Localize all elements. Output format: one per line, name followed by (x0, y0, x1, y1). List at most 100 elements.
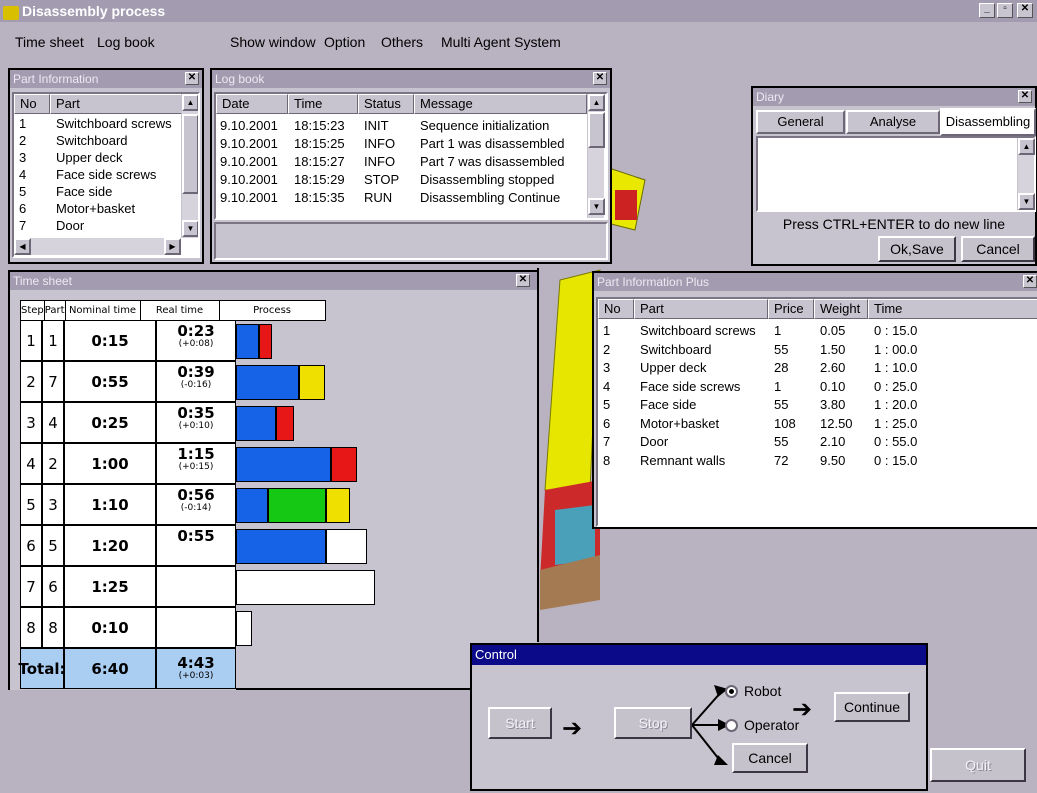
part-time: 1 : 00.0 (874, 341, 918, 357)
ok-save-button[interactable]: Ok,Save (878, 236, 956, 262)
scroll-down-icon[interactable]: ▼ (1018, 193, 1035, 210)
robot-radio[interactable]: Robot (725, 683, 781, 699)
col-header-real-time: Real time (139, 300, 220, 321)
close-icon[interactable]: ✕ (1017, 3, 1033, 18)
robot-app-icon (3, 5, 19, 20)
nominal-time-cell: 1:00 (64, 443, 156, 484)
scroll-left-icon[interactable]: ◀ (14, 238, 31, 255)
part-weight: 1.50 (820, 341, 846, 357)
nominal-time-cell: 1:20 (64, 525, 156, 566)
real-time-diff: (+0:15) (178, 462, 214, 472)
scroll-up-icon[interactable]: ▲ (588, 94, 605, 111)
close-icon[interactable]: ✕ (1018, 90, 1032, 103)
part-info-titlebar: Part Information ✕ (10, 70, 202, 88)
part-name: Face side (56, 184, 113, 199)
part-weight: 9.50 (820, 452, 846, 468)
scroll-right-icon[interactable]: ▶ (164, 238, 181, 255)
diary-textarea[interactable]: ▲ ▼ (756, 136, 1036, 212)
part-price: 72 (774, 452, 789, 468)
process-bar-segment (236, 324, 259, 359)
stop-button[interactable]: Stop (614, 707, 692, 739)
col-header-no[interactable]: No (14, 94, 50, 114)
col-header-status[interactable]: Status (358, 94, 414, 114)
part-time: 0 : 15.0 (874, 323, 918, 338)
log-time: 18:15:23 (294, 118, 345, 133)
part-name: Upper deck (640, 360, 707, 375)
start-button[interactable]: Start (488, 707, 552, 739)
col-header-price[interactable]: Price (768, 299, 814, 319)
scroll-up-icon[interactable]: ▲ (182, 94, 198, 111)
real-time-cell (156, 566, 236, 607)
cancel-button[interactable]: Cancel (961, 236, 1035, 262)
col-header-weight[interactable]: Weight (814, 299, 868, 319)
vertical-scrollbar[interactable]: ▲ ▼ (1017, 138, 1035, 210)
part-name: Face side screws (56, 167, 157, 182)
minimize-icon[interactable]: _ (979, 3, 995, 18)
part-weight: 0.05 (820, 323, 846, 338)
scroll-thumb[interactable] (588, 112, 605, 148)
log-book-titlebar: Log book ✕ (212, 70, 610, 88)
log-time: 18:15:29 (294, 172, 345, 187)
part-weight: 3.80 (820, 397, 846, 412)
nominal-time-cell: 1:10 (64, 484, 156, 525)
real-time-diff: (+0:10) (178, 421, 214, 431)
arrow-right-icon: ➔ (792, 696, 813, 723)
control-title: Control (475, 647, 517, 662)
part-no: 5 (603, 397, 611, 412)
close-icon[interactable]: ✕ (1023, 275, 1037, 288)
part-time: 1 : 10.0 (874, 360, 918, 375)
close-icon[interactable]: ✕ (593, 72, 607, 85)
part-time: 0 : 55.0 (874, 434, 918, 449)
part-weight: 0.10 (820, 378, 846, 394)
operator-radio[interactable]: Operator (725, 717, 799, 733)
col-header-no[interactable]: No (598, 299, 634, 319)
col-header-time[interactable]: Time (868, 299, 1037, 319)
menu-show-window[interactable]: Show window (230, 34, 316, 50)
time-sheet-table: Step Part Nominal time Real time Process (20, 300, 326, 321)
close-icon[interactable]: ✕ (516, 274, 530, 287)
radio-selected-icon[interactable] (725, 684, 738, 698)
real-time-value: 1:15 (177, 445, 215, 463)
col-header-process: Process (218, 300, 326, 321)
radio-unselected-icon[interactable] (725, 718, 738, 732)
scroll-down-icon[interactable]: ▼ (182, 220, 198, 237)
menu-log-book[interactable]: Log book (97, 34, 155, 50)
maximize-icon[interactable]: ▫ (997, 3, 1013, 18)
col-header-part[interactable]: Part (50, 94, 182, 114)
process-bar-segment (236, 447, 331, 482)
col-header-part[interactable]: Part (634, 299, 768, 319)
col-header-date[interactable]: Date (216, 94, 288, 114)
part-price: 55 (774, 434, 789, 449)
scroll-thumb[interactable] (182, 114, 198, 194)
scroll-down-icon[interactable]: ▼ (588, 198, 605, 215)
tab-disassembling[interactable]: Disassembling (940, 108, 1036, 136)
scroll-up-icon[interactable]: ▲ (1018, 138, 1035, 155)
col-header-message[interactable]: Message (414, 94, 587, 114)
part-name: Remnant walls (640, 452, 726, 468)
continue-button[interactable]: Continue (834, 692, 910, 722)
menu-others[interactable]: Others (381, 34, 423, 50)
menu-multi-agent-system[interactable]: Multi Agent System (441, 34, 561, 50)
col-header-time[interactable]: Time (288, 94, 358, 114)
tab-general[interactable]: General (756, 110, 845, 134)
horizontal-scrollbar[interactable]: ◀ ▶ (14, 238, 181, 255)
part-name: Motor+basket (56, 201, 136, 216)
log-entry-field[interactable] (214, 222, 608, 260)
step-cell: 4 (20, 443, 42, 484)
part-info-title: Part Information (13, 72, 99, 86)
real-time-diff: (-0:16) (180, 380, 212, 390)
tab-analyse[interactable]: Analyse (846, 110, 940, 134)
cancel-button[interactable]: Cancel (732, 743, 808, 773)
log-message: Part 1 was disassembled (420, 136, 565, 151)
close-icon[interactable]: ✕ (185, 72, 199, 85)
log-status: STOP (364, 172, 400, 187)
step-cell: 7 (20, 566, 42, 607)
log-date: 9.10.2001 (220, 154, 278, 169)
menu-time-sheet[interactable]: Time sheet (15, 34, 84, 50)
log-book-list: Date Time Status Message 9.10.2001 18:15:… (214, 92, 608, 220)
quit-button[interactable]: Quit (930, 748, 1026, 782)
vertical-scrollbar[interactable]: ▲ ▼ (181, 94, 198, 238)
real-time-value: 0:39 (177, 363, 215, 381)
vertical-scrollbar[interactable]: ▲ ▼ (587, 94, 605, 218)
menu-option[interactable]: Option (324, 34, 365, 50)
